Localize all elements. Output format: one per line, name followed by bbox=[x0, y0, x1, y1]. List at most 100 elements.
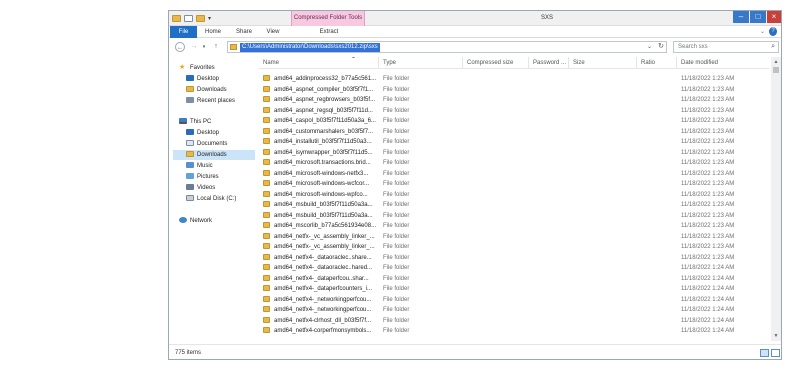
nav-item-pc-desktop[interactable]: Desktop bbox=[186, 128, 219, 138]
file-name-cell[interactable]: amd64_custommarshalers_b03f5f7... bbox=[263, 127, 379, 138]
table-row[interactable]: amd64_microsoft.transactions.brid... File… bbox=[259, 158, 769, 169]
table-row[interactable]: amd64_netfx4-_networkingperfcou... File f… bbox=[259, 305, 769, 316]
column-header-size[interactable]: Size bbox=[569, 57, 637, 69]
table-row[interactable]: amd64_microsoft-windows-wpfco... File fol… bbox=[259, 190, 769, 201]
file-name-cell[interactable]: amd64_netfx-_vc_assembly_linker_... bbox=[263, 232, 379, 243]
column-header-compressed-size[interactable]: Compressed size bbox=[463, 57, 529, 69]
file-name-cell[interactable]: amd64_msbuild_b03f5f7f11d50a3a... bbox=[263, 200, 379, 211]
large-icons-view-icon[interactable] bbox=[771, 349, 780, 357]
file-name-cell[interactable]: amd64_installutil_b03f5f7f11d50a3... bbox=[263, 137, 379, 148]
table-row[interactable]: amd64_installutil_b03f5f7f11d50a3... File… bbox=[259, 137, 769, 148]
file-name-cell[interactable]: amd64_netfx4-_dataperfcounters_i... bbox=[263, 284, 379, 295]
nav-item-pictures[interactable]: Pictures bbox=[186, 172, 219, 182]
minimize-button[interactable]: – bbox=[733, 11, 749, 23]
table-row[interactable]: amd64_netfx4-_dataoraclec..hared... File … bbox=[259, 263, 769, 274]
refresh-icon[interactable]: ↻ bbox=[658, 42, 664, 52]
table-row[interactable]: amd64_netfx4-_dataoraclec..share... File … bbox=[259, 253, 769, 264]
back-button[interactable]: ← bbox=[175, 42, 185, 52]
file-name-cell[interactable]: amd64_microsoft-windows-wpfco... bbox=[263, 190, 379, 201]
file-name-cell[interactable]: amd64_caspol_b03f5f7f11d50a3a_6... bbox=[263, 116, 379, 127]
tab-share[interactable]: Share bbox=[233, 26, 255, 38]
file-name-cell[interactable]: amd64_netfx4-_dataoraclec..share... bbox=[263, 253, 379, 264]
vertical-scrollbar[interactable]: ▲ ▼ bbox=[771, 57, 781, 341]
tab-home[interactable]: Home bbox=[203, 26, 223, 38]
file-name-cell[interactable]: amd64_msbuild_b03f5f7f11d50a3a... bbox=[263, 211, 379, 222]
table-row[interactable]: amd64_isymwrapper_b03f5f7f11d5... File fo… bbox=[259, 148, 769, 159]
table-row[interactable]: amd64_msbuild_b03f5f7f11d50a3a... File fo… bbox=[259, 200, 769, 211]
table-row[interactable]: amd64_aspnet_compiler_b03f5f7f1... File f… bbox=[259, 85, 769, 96]
file-name-cell[interactable]: amd64_mscorlib_b77a5c561934e08... bbox=[263, 221, 379, 232]
file-name-cell[interactable]: amd64_netfx4-corperfmonsymbols... bbox=[263, 326, 379, 337]
table-row[interactable]: amd64_aspnet_regbrowsers_b03f5f... File f… bbox=[259, 95, 769, 106]
customize-toolbar-icon[interactable]: ▾ bbox=[208, 15, 211, 22]
nav-item-recent-places[interactable]: Recent places bbox=[186, 96, 235, 106]
scroll-down-icon[interactable]: ▼ bbox=[771, 331, 781, 341]
file-name-cell[interactable]: amd64_microsoft-windows-netfx3... bbox=[263, 169, 379, 180]
file-name-cell[interactable]: amd64_netfx-_vc_assembly_linker_... bbox=[263, 242, 379, 253]
table-row[interactable]: amd64_mscorlib_b77a5c561934e08... File fo… bbox=[259, 221, 769, 232]
nav-network[interactable]: Network bbox=[179, 216, 212, 226]
file-name-cell[interactable]: amd64_addinprocess32_b77a5c561... bbox=[263, 74, 379, 85]
column-header-date-modified[interactable]: Date modified bbox=[677, 57, 767, 69]
search-icon[interactable]: ⌕ bbox=[771, 42, 775, 52]
file-name-cell[interactable]: amd64_microsoft.transactions.brid... bbox=[263, 158, 379, 169]
address-dropdown-icon[interactable]: ⌄ bbox=[647, 42, 652, 52]
forward-button[interactable]: → bbox=[189, 42, 199, 52]
column-header-ratio[interactable]: Ratio bbox=[637, 57, 677, 69]
scroll-thumb[interactable] bbox=[773, 67, 779, 73]
tab-view[interactable]: View bbox=[264, 26, 282, 38]
nav-favorites[interactable]: ★ Favorites bbox=[179, 63, 215, 73]
folder-icon[interactable] bbox=[172, 15, 181, 22]
address-bar[interactable]: C:\Users\Administrator\Downloads\sxs2012… bbox=[227, 41, 667, 53]
file-name-cell[interactable]: amd64_aspnet_compiler_b03f5f7f1... bbox=[263, 85, 379, 96]
tab-extract[interactable]: Extract bbox=[314, 26, 344, 38]
nav-item-documents[interactable]: Documents bbox=[186, 139, 227, 149]
column-header-type[interactable]: Type bbox=[379, 57, 463, 69]
table-row[interactable]: amd64_netfx4-_networkingperfcou... File f… bbox=[259, 295, 769, 306]
table-row[interactable]: amd64_addinprocess32_b77a5c561... File fo… bbox=[259, 74, 769, 85]
table-row[interactable]: amd64_netfx-_vc_assembly_linker_... File … bbox=[259, 242, 769, 253]
address-path[interactable]: C:\Users\Administrator\Downloads\sxs2012… bbox=[240, 43, 380, 52]
table-row[interactable]: amd64_msbuild_b03f5f7f11d50a3a... File fo… bbox=[259, 211, 769, 222]
table-row[interactable]: amd64_netfx4-corperfmonsymbols... File fo… bbox=[259, 326, 769, 337]
table-row[interactable]: amd64_microsoft-windows-netfx3... File fo… bbox=[259, 169, 769, 180]
help-icon[interactable]: ? bbox=[769, 27, 777, 36]
table-row[interactable]: amd64_netfx-_vc_assembly_linker_... File … bbox=[259, 232, 769, 243]
up-button[interactable]: ↑ bbox=[211, 42, 221, 52]
table-row[interactable]: amd64_netfx4-_dataperfcounters_i... File … bbox=[259, 284, 769, 295]
column-header-password[interactable]: Password ... bbox=[529, 57, 569, 69]
maximize-button[interactable]: □ bbox=[750, 11, 766, 23]
table-row[interactable]: amd64_netfx4-_dataperfcou..shar... File f… bbox=[259, 274, 769, 285]
column-header-name[interactable]: Name bbox=[259, 57, 379, 69]
nav-item-local-disk[interactable]: Local Disk (C:) bbox=[186, 194, 236, 204]
nav-item-videos[interactable]: Videos bbox=[186, 183, 215, 193]
file-name-cell[interactable]: amd64_aspnet_regsql_b03f5f7f11d... bbox=[263, 106, 379, 117]
file-name-cell[interactable]: amd64_netfx4-_dataoraclec..hared... bbox=[263, 263, 379, 274]
close-button[interactable]: × bbox=[767, 11, 781, 23]
file-name-cell[interactable]: amd64_netfx4-_dataperfcou..shar... bbox=[263, 274, 379, 285]
table-row[interactable]: amd64_custommarshalers_b03f5f7... File fo… bbox=[259, 127, 769, 138]
file-name-cell[interactable]: amd64_netfx4-_networkingperfcou... bbox=[263, 295, 379, 306]
details-view-icon[interactable] bbox=[760, 349, 769, 357]
file-name-cell[interactable]: amd64_aspnet_regbrowsers_b03f5f... bbox=[263, 95, 379, 106]
table-row[interactable]: amd64_netfx4-clrhost_dll_b03f5f7f... File… bbox=[259, 316, 769, 327]
table-row[interactable]: amd64_aspnet_regsql_b03f5f7f11d... File f… bbox=[259, 106, 769, 117]
nav-this-pc[interactable]: This PC bbox=[179, 117, 211, 127]
table-row[interactable]: amd64_microsoft-windows-wcfcor... File fo… bbox=[259, 179, 769, 190]
table-row[interactable]: amd64_caspol_b03f5f7f11d50a3a_6... File f… bbox=[259, 116, 769, 127]
file-name-cell[interactable]: amd64_netfx4-clrhost_dll_b03f5f7f... bbox=[263, 316, 379, 327]
search-input[interactable]: Search sxs ⌕ bbox=[673, 41, 779, 53]
file-name-cell[interactable]: amd64_netfx4-_networkingperfcou... bbox=[263, 305, 379, 316]
nav-item-music[interactable]: Music bbox=[186, 161, 213, 171]
file-name-cell[interactable]: amd64_microsoft-windows-wcfcor... bbox=[263, 179, 379, 190]
new-folder-icon[interactable] bbox=[196, 15, 205, 22]
file-name-cell[interactable]: amd64_isymwrapper_b03f5f7f11d5... bbox=[263, 148, 379, 159]
nav-item-pc-downloads[interactable]: Downloads bbox=[173, 150, 255, 160]
properties-icon[interactable] bbox=[184, 15, 193, 22]
tab-file[interactable]: File bbox=[170, 26, 197, 38]
expand-ribbon-icon[interactable]: ⌄ bbox=[760, 26, 765, 38]
nav-item-desktop[interactable]: Desktop bbox=[186, 74, 219, 84]
recent-locations-icon[interactable]: ▾ bbox=[199, 42, 209, 52]
scroll-up-icon[interactable]: ▲ bbox=[771, 57, 781, 67]
nav-item-downloads[interactable]: Downloads bbox=[186, 85, 227, 95]
